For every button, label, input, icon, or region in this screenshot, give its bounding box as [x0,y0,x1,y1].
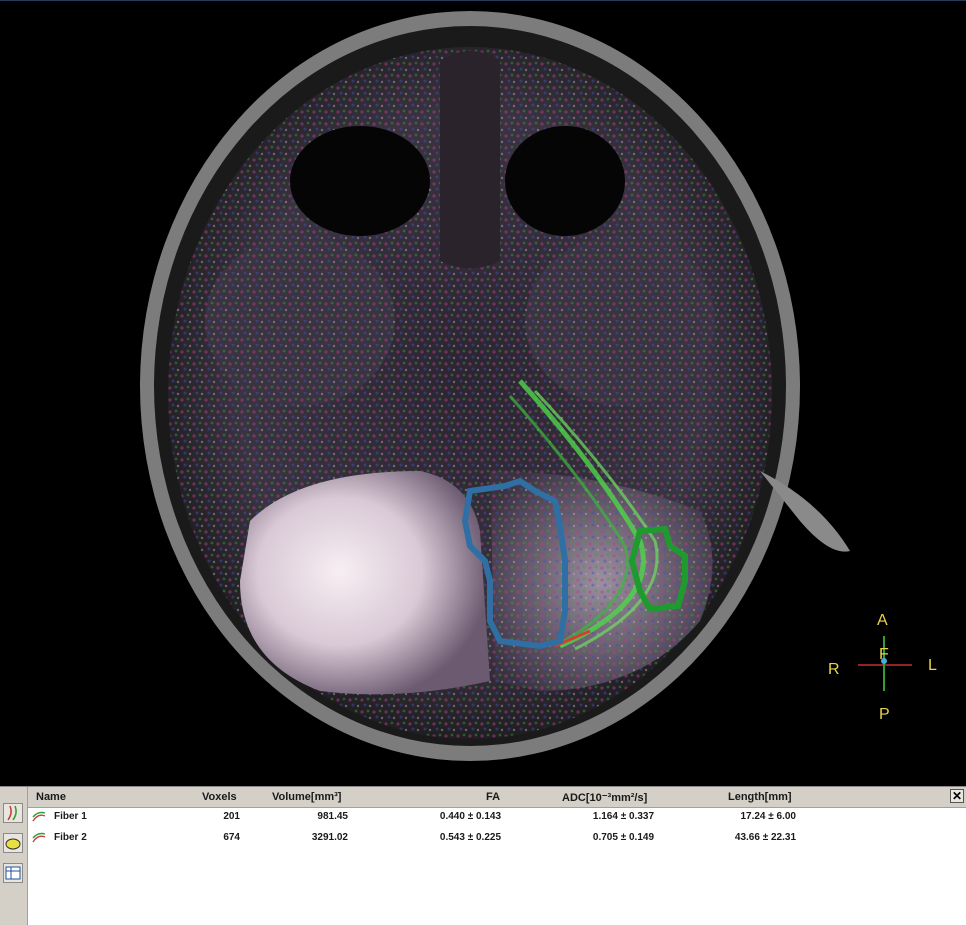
table-view-button[interactable] [3,863,23,883]
fiber-tracking-icon [7,805,17,821]
col-header-voxels[interactable]: Voxels [202,791,237,803]
table-row[interactable]: Fiber 2 674 3291.02 0.543 ± 0.225 0.705 … [28,828,966,848]
cell-adc: 1.164 ± 0.337 [592,811,654,822]
cell-adc: 0.705 ± 0.149 [592,832,654,843]
brain-scan-image [140,11,912,761]
col-header-name[interactable]: Name [36,791,66,803]
table-view-icon [5,866,21,880]
close-button[interactable]: ✕ [950,789,964,803]
orientation-left: L [928,657,937,674]
orientation-foot: F [879,646,889,663]
fiber-statistics-panel: Name Voxels Volume[mm³] FA ADC[10⁻³mm²/s… [0,786,966,925]
col-header-volume[interactable]: Volume[mm³] [272,791,341,803]
fiber-icon [32,811,46,822]
cell-fa: 0.440 ± 0.143 [439,811,501,822]
orientation-posterior: P [879,706,890,723]
roi-ellipse-button[interactable] [3,833,23,853]
col-header-adc[interactable]: ADC[10⁻³mm²/s] [562,791,647,804]
col-header-length[interactable]: Length[mm] [728,791,792,803]
orientation-right: R [828,661,840,678]
cell-name: Fiber 1 [54,811,87,822]
fiber-icon [32,832,46,843]
col-header-fa[interactable]: FA [486,791,500,803]
panel-toolbar [0,787,28,925]
cell-voxels: 201 [223,811,240,822]
cell-fa: 0.543 ± 0.225 [439,832,501,843]
table-row[interactable]: Fiber 1 201 981.45 0.440 ± 0.143 1.164 ±… [28,807,966,827]
cell-name: Fiber 2 [54,832,87,843]
cell-volume: 3291.02 [311,832,348,843]
cell-volume: 981.45 [317,811,348,822]
table-header: Name Voxels Volume[mm³] FA ADC[10⁻³mm²/s… [28,787,966,808]
cell-length: 43.66 ± 22.31 [734,832,796,843]
cell-length: 17.24 ± 6.00 [740,811,796,822]
mri-viewport[interactable]: A F R L P [0,0,966,784]
fiber-tracking-button[interactable] [3,803,23,823]
fiber-stats-table: Name Voxels Volume[mm³] FA ADC[10⁻³mm²/s… [28,787,966,925]
roi-ellipse-icon [5,838,21,850]
cell-voxels: 674 [223,832,240,843]
orientation-anterior: A [877,612,888,629]
